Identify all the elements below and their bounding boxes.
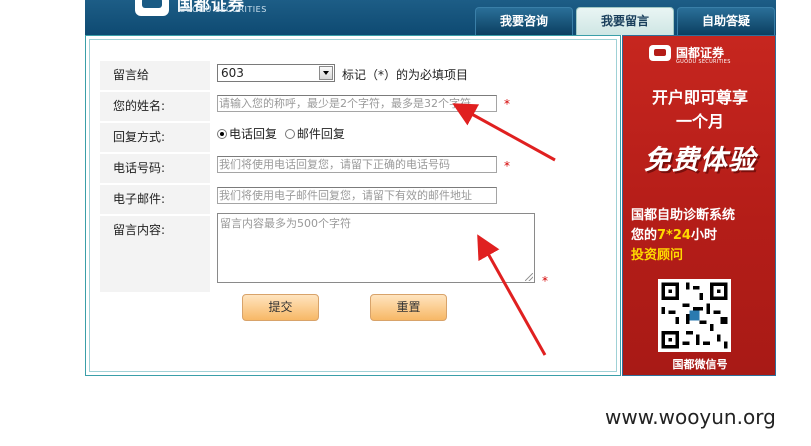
recipient-label: 留言给: [100, 61, 210, 90]
recipient-select-value: 603: [221, 66, 244, 80]
message-form-panel: 留言给 603 标记（*）的为必填项目 您的姓名: 请输入您的称呼，最少是2个字…: [85, 35, 621, 376]
promo-diagnosis-text: 国都自助诊断系统 您的7*24小时 投资顾问: [631, 206, 735, 266]
promo-logo-en: GUODU SECURITIES: [676, 59, 731, 65]
message-content-placeholder: 留言内容最多为500个字符: [220, 217, 351, 230]
promo-diag-line1: 国都自助诊断系统: [631, 208, 736, 223]
phone-label: 电话号码:: [100, 154, 210, 183]
reply-method-label: 回复方式:: [100, 123, 210, 152]
tab-consult[interactable]: 我要咨询: [475, 7, 573, 35]
watermark: www.wooyun.org: [605, 405, 776, 429]
radio-email-reply-label: 邮件回复: [296, 126, 345, 141]
reply-method-options: 电话回复 邮件回复: [217, 126, 349, 141]
radio-email-reply[interactable]: [284, 128, 295, 139]
message-form: 留言给 603 标记（*）的为必填项目 您的姓名: 请输入您的称呼，最少是2个字…: [89, 39, 617, 372]
submit-button[interactable]: 提交: [242, 294, 319, 321]
recipient-select[interactable]: 603: [217, 64, 335, 82]
required-note: 标记（*）的为必填项目: [342, 68, 469, 82]
phone-input[interactable]: 我们将使用电话回复您，请留下正确的电话号码: [217, 156, 497, 173]
promo-diag-suffix: 小时: [690, 228, 717, 243]
promo-free-trial: 免费体验: [644, 145, 756, 176]
guodu-logo-icon: [135, 0, 169, 16]
promo-headline: 开户即可尊享: [651, 88, 748, 107]
name-required-mark: *: [504, 97, 510, 111]
promo-headline-2: 一个月: [675, 112, 724, 131]
tab-leave-message[interactable]: 我要留言: [576, 7, 674, 35]
qr-code-icon: [658, 279, 731, 352]
radio-phone-reply-label: 电话回复: [229, 126, 278, 141]
chevron-down-icon[interactable]: [319, 66, 333, 80]
content-required-mark: *: [542, 274, 548, 288]
resize-grip-icon[interactable]: [525, 273, 533, 281]
name-input[interactable]: 请输入您的称呼，最少是2个字符，最多是32个字符: [217, 95, 497, 112]
message-content-textarea[interactable]: 留言内容最多为500个字符: [217, 213, 535, 283]
promo-diag-line2: 您的7*24小时: [631, 226, 735, 246]
promo-logo: 国都证券 GUODU SECURITIES: [649, 44, 755, 68]
name-label: 您的姓名:: [100, 92, 210, 121]
promo-diag-prefix: 您的: [631, 228, 658, 243]
promo-wechat-label: 国都微信号: [672, 358, 728, 371]
logo-text-en: GUODU SECURITIES: [179, 5, 267, 14]
email-input[interactable]: 我们将使用电子邮件回复您，请留下有效的邮件地址: [217, 187, 497, 204]
promo-diag-hours: 7*24: [657, 228, 691, 243]
radio-phone-reply[interactable]: [217, 128, 227, 139]
page: 国都证券 GUODU SECURITIES 我要咨询 我要留言 自助答疑 留言给…: [0, 0, 811, 446]
tab-self-help[interactable]: 自助答疑: [677, 7, 775, 35]
reset-button[interactable]: 重置: [370, 294, 447, 321]
site-header: 国都证券 GUODU SECURITIES 我要咨询 我要留言 自助答疑: [85, 0, 776, 35]
promo-diag-line3: 投资顾问: [631, 248, 684, 263]
email-label: 电子邮件:: [100, 185, 210, 214]
guodu-logo-icon: [649, 45, 671, 61]
content-label: 留言内容:: [100, 216, 210, 292]
promo-banner[interactable]: 国都证券 GUODU SECURITIES 开户即可尊享 一个月 免费体验 国都…: [622, 35, 776, 376]
phone-required-mark: *: [504, 159, 510, 173]
